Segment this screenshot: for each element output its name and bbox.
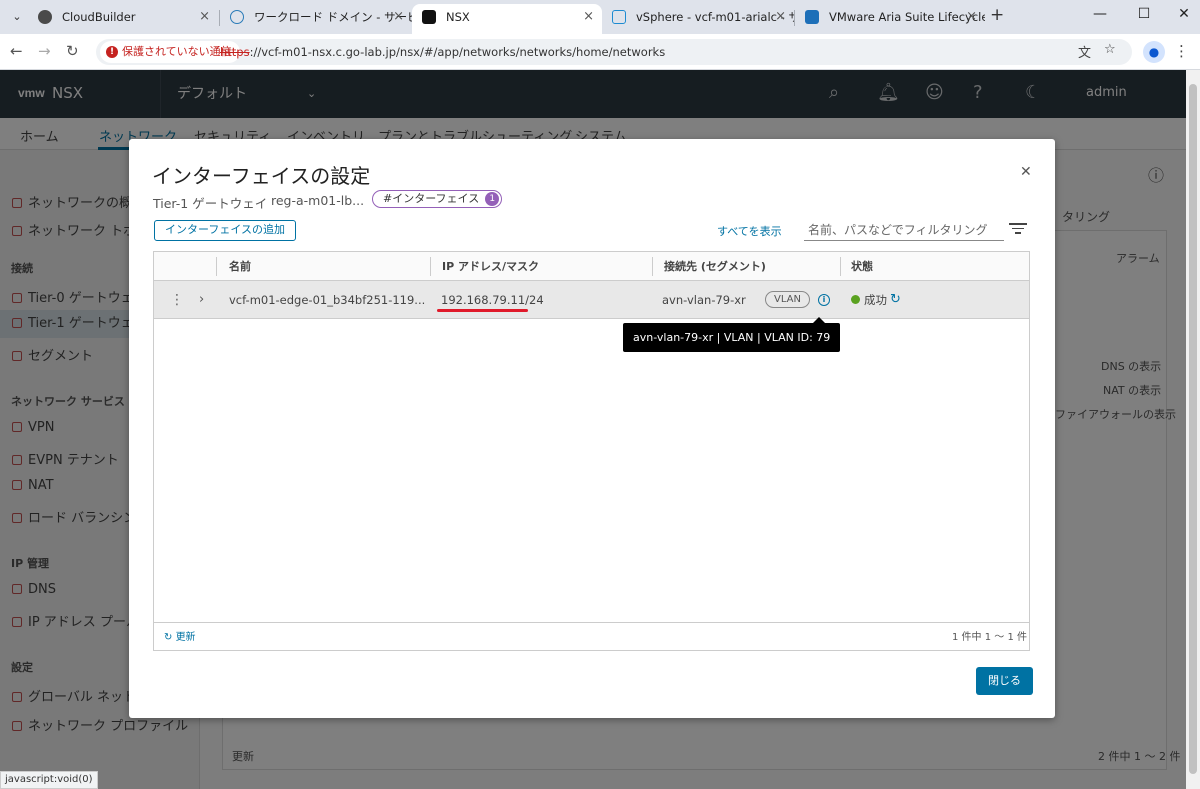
- close-icon[interactable]: ×: [393, 4, 404, 30]
- row-segment: avn-vlan-79-xr: [662, 293, 746, 307]
- info-icon[interactable]: i: [818, 294, 830, 306]
- refresh-icon[interactable]: ↻: [890, 281, 901, 319]
- warning-icon: !: [106, 46, 118, 58]
- translate-icon[interactable]: 文: [1078, 42, 1091, 61]
- interface-settings-dialog: インターフェイスの設定 ✕ Tier-1 ゲートウェイ reg-a-m01-lb…: [129, 139, 1055, 718]
- window-close-icon[interactable]: ✕: [1164, 6, 1200, 22]
- show-all-link[interactable]: すべてを表示: [717, 223, 782, 239]
- forward-icon[interactable]: →: [38, 42, 51, 60]
- vsphere-icon: [612, 10, 626, 24]
- close-icon[interactable]: ×: [199, 4, 210, 30]
- row-status: 成功: [864, 293, 887, 307]
- close-icon[interactable]: ×: [583, 4, 594, 30]
- new-tab-icon[interactable]: +: [990, 5, 1004, 25]
- chevron-right-icon[interactable]: ›: [199, 281, 204, 319]
- tab-aria[interactable]: VMware Aria Suite Lifecycle ×: [795, 4, 985, 34]
- cloud-icon: [230, 10, 244, 24]
- table-row: ⋮ › vcf-m01-edge-01_b34bf251-119... 192.…: [154, 281, 1029, 319]
- status-success-icon: [851, 295, 860, 304]
- minimize-icon[interactable]: —: [1080, 6, 1120, 22]
- segment-tooltip: avn-vlan-79-xr | VLAN | VLAN ID: 79: [623, 317, 841, 352]
- close-button[interactable]: 閉じる: [976, 667, 1033, 695]
- filter-input[interactable]: [804, 219, 1004, 241]
- row-ip: 192.168.79.11/24: [441, 293, 544, 307]
- address-bar: ← → ↻ ! 保護されていない通信 https://vcf-m01-nsx.c…: [0, 34, 1200, 70]
- filter-icon[interactable]: [1009, 223, 1027, 235]
- tab-workload-domain[interactable]: ワークロード ドメイン - サービス ×: [220, 4, 412, 34]
- grid-footer: ↻ 更新 1 件中 1 ～ 1 件: [154, 622, 1029, 651]
- vlan-tag: VLAN: [765, 291, 810, 308]
- browser-tab-bar: ⌄ CloudBuilder × ワークロード ドメイン - サービス × NS…: [0, 0, 1200, 34]
- row-actions-icon[interactable]: ⋮: [170, 281, 184, 319]
- reload-icon[interactable]: ↻: [66, 42, 79, 60]
- status-bar-url: javascript:void(0): [0, 771, 98, 789]
- interfaces-grid: 名前 IP アドレス/マスク 接続先 (セグメント) 状態 ⋮ › vcf-m0…: [153, 251, 1030, 651]
- profile-avatar-icon[interactable]: ●: [1143, 41, 1165, 63]
- add-interface-button[interactable]: インターフェイスの追加: [154, 220, 297, 241]
- col-connected[interactable]: 接続先 (セグメント): [664, 252, 766, 281]
- maximize-icon[interactable]: ☐: [1124, 6, 1164, 22]
- col-status[interactable]: 状態: [851, 252, 873, 281]
- vmware-icon: [805, 10, 819, 24]
- refresh-button[interactable]: ↻ 更新: [164, 623, 196, 652]
- gateway-name: reg-a-m01-lb...: [271, 193, 365, 208]
- pagination-count: 1 件中 1 ～ 1 件: [952, 632, 1027, 643]
- close-icon[interactable]: ×: [966, 4, 977, 30]
- globe-icon: [38, 10, 52, 24]
- grid-header: 名前 IP アドレス/マスク 接続先 (セグメント) 状態: [154, 252, 1029, 281]
- back-icon[interactable]: ←: [10, 42, 23, 60]
- bookmark-star-icon[interactable]: ☆: [1104, 42, 1116, 57]
- close-icon[interactable]: ×: [775, 4, 786, 30]
- interface-count-badge: #インターフェイス 1: [372, 190, 503, 208]
- tab-vsphere[interactable]: vSphere - vcf-m01-arialc - サマリ ×: [602, 4, 794, 34]
- security-warning-chip[interactable]: ! 保護されていない通信: [100, 41, 240, 63]
- url-omnibox[interactable]: ! 保護されていない通信 https://vcf-m01-nsx.c.go-la…: [96, 39, 1132, 65]
- url-text[interactable]: https://vcf-m01-nsx.c.go-lab.jp/nsx/#/ap…: [220, 39, 665, 65]
- row-name: vcf-m01-edge-01_b34bf251-119...: [229, 293, 426, 307]
- nsx-icon: [422, 10, 436, 24]
- col-name[interactable]: 名前: [229, 252, 251, 281]
- tab-search-icon[interactable]: ⌄: [8, 8, 26, 26]
- gateway-label: Tier-1 ゲートウェイ: [153, 196, 268, 211]
- ip-highlight-underline: [437, 309, 528, 312]
- tab-nsx[interactable]: NSX ×: [412, 4, 602, 34]
- page-scrollbar[interactable]: [1186, 70, 1200, 789]
- dialog-title: インターフェイスの設定: [152, 164, 371, 188]
- col-ip[interactable]: IP アドレス/マスク: [442, 252, 539, 281]
- tab-cloudbuilder[interactable]: CloudBuilder ×: [28, 4, 218, 34]
- browser-menu-icon[interactable]: ⋮: [1174, 42, 1189, 60]
- close-icon[interactable]: ✕: [1020, 164, 1032, 180]
